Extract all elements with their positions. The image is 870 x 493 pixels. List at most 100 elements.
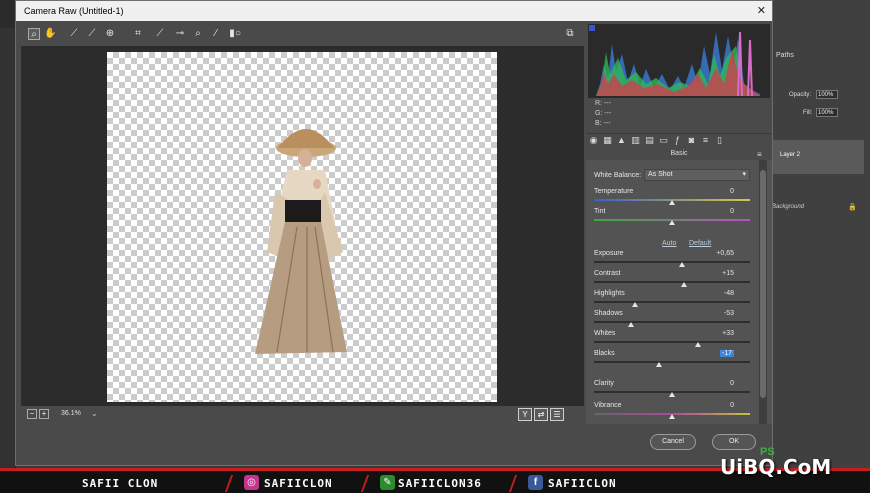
- slider-value-field[interactable]: -48: [724, 290, 734, 297]
- slider-value-field[interactable]: +0,65: [716, 250, 734, 257]
- slider-whites[interactable]: Whites +33: [594, 330, 750, 348]
- white-balance-select[interactable]: As Shot ▾: [644, 169, 750, 181]
- zoom-in-button[interactable]: +: [39, 409, 49, 419]
- slider-thumb[interactable]: [679, 262, 685, 267]
- slider-value-field[interactable]: 0: [730, 402, 734, 409]
- slider-value-field[interactable]: 0: [730, 208, 734, 215]
- banner-divider: [224, 475, 234, 492]
- targeted-adjustment-icon[interactable]: ⊕: [104, 28, 116, 40]
- slider-thumb[interactable]: [681, 282, 687, 287]
- lock-icon: 🔒: [848, 204, 857, 211]
- slider-label: Highlights: [594, 290, 625, 297]
- panel-scrollbar[interactable]: [759, 160, 767, 424]
- slider-tint[interactable]: Tint 0: [594, 208, 750, 226]
- slider-track[interactable]: [594, 301, 750, 303]
- default-button[interactable]: Default: [689, 240, 711, 247]
- camera-calibration-tab-icon[interactable]: ◙: [686, 135, 697, 146]
- slider-label: Vibrance: [594, 402, 622, 409]
- slider-value-field[interactable]: -53: [724, 310, 734, 317]
- slider-value-field[interactable]: +15: [722, 270, 734, 277]
- slider-label: Temperature: [594, 188, 634, 195]
- view-before-after-button[interactable]: Y: [518, 408, 532, 421]
- transparent-canvas[interactable]: [107, 52, 497, 402]
- slider-thumb[interactable]: [632, 302, 638, 307]
- slider-blacks[interactable]: Blacks -17: [594, 350, 750, 368]
- tone-curve-tab-icon[interactable]: ▦: [602, 135, 613, 146]
- slider-value-field[interactable]: 0: [730, 188, 734, 195]
- basic-tab-icon[interactable]: ◉: [588, 135, 599, 146]
- fill-label: Fill:: [803, 110, 813, 116]
- panel-tabs: ◉ ▦ ▲ ▥ ▤ ▭ ƒ ◙ ≡ ▯: [586, 133, 772, 147]
- preferences-icon[interactable]: ⧉: [564, 28, 576, 40]
- toggle-settings-button[interactable]: ☰: [550, 408, 564, 421]
- slider-contrast[interactable]: Contrast +15: [594, 270, 750, 288]
- slider-thumb[interactable]: [669, 414, 675, 419]
- image-preview-area[interactable]: [21, 46, 584, 406]
- slider-value-field[interactable]: -17: [719, 350, 734, 357]
- readout-g: G: ---: [595, 110, 612, 117]
- hand: [313, 179, 321, 189]
- adjustment-brush-icon[interactable]: ∕: [210, 28, 222, 40]
- hand-icon[interactable]: ✋: [44, 28, 56, 40]
- straighten-icon[interactable]: ⟋: [154, 28, 166, 40]
- slider-track[interactable]: [594, 361, 750, 363]
- slider-clarity[interactable]: Clarity 0: [594, 380, 750, 398]
- panel-menu-icon[interactable]: ≡: [757, 150, 762, 159]
- face: [298, 149, 312, 167]
- lens-corrections-tab-icon[interactable]: ▭: [658, 135, 669, 146]
- layer-name-background[interactable]: Background: [772, 204, 804, 210]
- readout-r: R: ---: [595, 100, 611, 107]
- split-toning-tab-icon[interactable]: ▤: [644, 135, 655, 146]
- slider-thumb[interactable]: [669, 392, 675, 397]
- slider-label: Contrast: [594, 270, 621, 277]
- zoom-chevron-icon[interactable]: ⌄: [91, 409, 98, 418]
- slider-thumb[interactable]: [695, 342, 701, 347]
- detail-tab-icon[interactable]: ▲: [616, 135, 627, 146]
- fill-field[interactable]: 100%: [816, 108, 838, 117]
- effects-tab-icon[interactable]: ƒ: [672, 135, 683, 146]
- white-balance-icon[interactable]: ⟋: [68, 28, 80, 40]
- slider-track[interactable]: [594, 261, 750, 263]
- opacity-field[interactable]: 100%: [816, 90, 838, 99]
- radial-filter-icon[interactable]: ○: [232, 28, 244, 40]
- brand-icon: ✎: [380, 475, 395, 490]
- hsl-tab-icon[interactable]: ▥: [630, 135, 641, 146]
- close-button[interactable]: ✕: [757, 4, 766, 17]
- crop-icon[interactable]: ⌗: [132, 28, 144, 40]
- slider-thumb[interactable]: [669, 220, 675, 225]
- slider-value-field[interactable]: +33: [722, 330, 734, 337]
- subject-silhouette: [255, 129, 347, 354]
- photoshop-layers-panel: [770, 0, 870, 468]
- paths-tab[interactable]: Paths: [776, 52, 794, 59]
- zoom-icon[interactable]: ⌕: [28, 28, 40, 40]
- slider-temperature[interactable]: Temperature 0: [594, 188, 750, 206]
- slider-label: Clarity: [594, 380, 614, 387]
- slider-shadows[interactable]: Shadows -53: [594, 310, 750, 328]
- panel-title: Basic: [670, 150, 688, 157]
- zoom-out-button[interactable]: −: [27, 409, 37, 419]
- white-balance-label: White Balance:: [594, 172, 642, 179]
- hat-cone: [278, 129, 334, 148]
- slider-value-field[interactable]: 0: [730, 380, 734, 387]
- slider-highlights[interactable]: Highlights -48: [594, 290, 750, 308]
- cancel-button[interactable]: Cancel: [650, 434, 696, 450]
- presets-tab-icon[interactable]: ≡: [700, 135, 711, 146]
- snapshots-tab-icon[interactable]: ▯: [714, 135, 725, 146]
- scroll-thumb[interactable]: [760, 170, 766, 398]
- slider-track[interactable]: [594, 281, 750, 283]
- swap-settings-button[interactable]: ⇄: [534, 408, 548, 421]
- slider-track[interactable]: [594, 341, 750, 343]
- slider-exposure[interactable]: Exposure +0,65: [594, 250, 750, 268]
- slider-track[interactable]: [594, 321, 750, 323]
- layer-row-layer-2[interactable]: Layer 2: [772, 140, 864, 174]
- slider-thumb[interactable]: [628, 322, 634, 327]
- color-sampler-icon[interactable]: ⟋: [86, 28, 98, 40]
- facebook-icon: f: [528, 475, 543, 490]
- red-eye-icon[interactable]: ⌕: [192, 28, 204, 40]
- slider-thumb[interactable]: [669, 200, 675, 205]
- slider-thumb[interactable]: [656, 362, 662, 367]
- slider-vibrance[interactable]: Vibrance 0: [594, 402, 750, 420]
- spot-removal-icon[interactable]: ⊸: [174, 28, 186, 40]
- ok-button[interactable]: OK: [712, 434, 756, 450]
- auto-button[interactable]: Auto: [662, 240, 676, 247]
